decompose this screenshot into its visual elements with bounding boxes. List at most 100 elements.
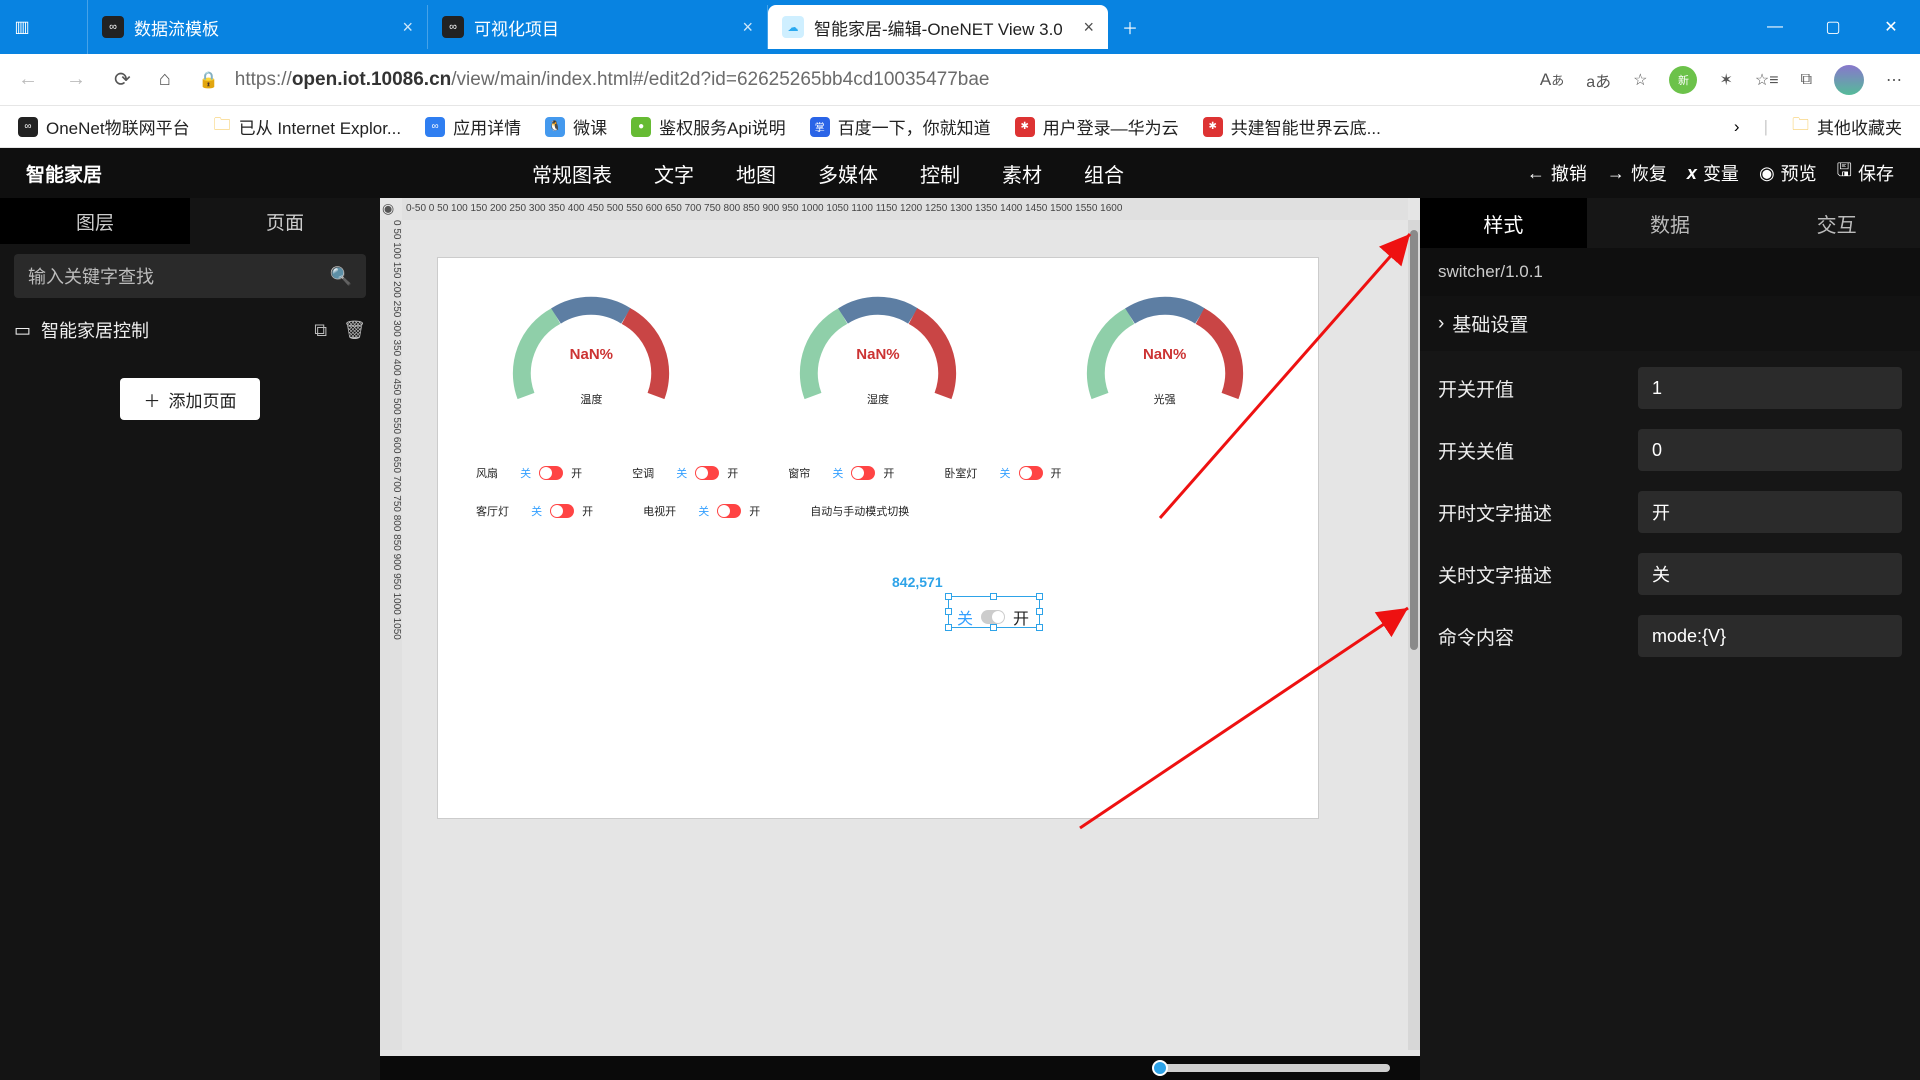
save-button[interactable]: 🖫 保存 (1837, 158, 1894, 188)
gauge-caption: 湿度 (867, 391, 889, 407)
left-panel: 图层 页面 输入关键字查找 🔍 ▭ 智能家居控制 ⧉ 🗑 ＋ 添加页面 (0, 198, 380, 1080)
switch-ac[interactable]: 空调 关开 (632, 465, 738, 481)
switch-tv[interactable]: 电视开 关开 (643, 503, 760, 519)
new-tab-button[interactable]: ＋ (1108, 0, 1152, 54)
switch-fan[interactable]: 风扇 关开 (476, 465, 582, 481)
menu-control[interactable]: 控制 (920, 159, 960, 188)
bookmarks-bar: ∞OneNet物联网平台 🗀已从 Internet Explor... ∞应用详… (0, 106, 1920, 148)
variables-button[interactable]: x 变量 (1687, 160, 1739, 186)
layer-label: 智能家居控制 (41, 317, 149, 343)
search-placeholder: 输入关键字查找 (28, 263, 154, 289)
other-bookmarks[interactable]: 🗀其他收藏夹 (1792, 112, 1902, 141)
maximize-button[interactable]: ▢ (1804, 0, 1862, 54)
on-value-input[interactable]: 1 (1638, 367, 1902, 409)
close-icon[interactable]: × (742, 17, 753, 38)
properties-panel: 样式 数据 交互 switcher/1.0.1 ›基础设置 开关开值1 开关关值… (1420, 198, 1920, 1080)
menu-group[interactable]: 组合 (1084, 159, 1124, 188)
layer-search-input[interactable]: 输入关键字查找 🔍 (14, 254, 366, 298)
profile-avatar[interactable] (1834, 65, 1864, 95)
gauge-value: NaN% (856, 346, 899, 363)
coord-readout: 842,571 (892, 574, 943, 590)
menu-asset[interactable]: 素材 (1002, 159, 1042, 188)
chevron-right-icon: › (1438, 313, 1444, 335)
switch-bedroom-light[interactable]: 卧室灯 关开 (944, 465, 1061, 481)
menu-map[interactable]: 地图 (736, 159, 776, 188)
add-page-button[interactable]: ＋ 添加页面 (120, 378, 260, 420)
gauge-light[interactable]: NaN% 光强 (1075, 276, 1255, 407)
preview-button[interactable]: ◉ 预览 (1759, 160, 1817, 186)
vertical-scrollbar[interactable] (1408, 220, 1420, 1050)
prop-label: 关时文字描述 (1438, 561, 1638, 588)
prop-label: 命令内容 (1438, 623, 1638, 650)
app-top-bar: 智能家居 常规图表 文字 地图 多媒体 控制 素材 组合 ← 撤销 → 恢复 x… (0, 148, 1920, 198)
switch-living-light[interactable]: 客厅灯 关开 (476, 503, 593, 519)
bookmark-item[interactable]: 🐧微课 (545, 114, 607, 139)
gauge-temperature[interactable]: NaN% 温度 (501, 276, 681, 407)
tab-divider (44, 0, 88, 54)
redo-button[interactable]: → 恢复 (1607, 160, 1667, 186)
menu-media[interactable]: 多媒体 (818, 159, 878, 188)
cmd-input[interactable]: mode:{V} (1638, 615, 1902, 657)
on-text-input[interactable]: 开 (1638, 491, 1902, 533)
menu-chart[interactable]: 常规图表 (532, 159, 612, 188)
switch-mode[interactable]: 自动与手动模式切换 (810, 503, 909, 519)
translate-icon[interactable]: aあ (1586, 68, 1611, 92)
screen-icon: ▭ (14, 320, 31, 341)
tabs-overview-icon[interactable]: ▥ (0, 0, 44, 54)
component-menu: 常规图表 文字 地图 多媒体 控制 素材 组合 (532, 159, 1124, 188)
bookmark-overflow-icon[interactable]: › (1734, 117, 1740, 137)
bookmark-item[interactable]: 掌百度一下，你就知道 (810, 114, 991, 139)
favorites-bar-icon[interactable]: ☆≡ (1755, 70, 1779, 90)
browser-tab-2[interactable]: ∞ 可视化项目 × (428, 5, 768, 49)
bookmark-item[interactable]: ✱用户登录—华为云 (1015, 114, 1179, 139)
close-icon[interactable]: × (402, 17, 413, 38)
section-basic[interactable]: ›基础设置 (1420, 296, 1920, 351)
menu-text[interactable]: 文字 (654, 159, 694, 188)
close-window-button[interactable]: ✕ (1862, 0, 1920, 54)
prop-label: 开关开值 (1438, 375, 1638, 402)
zoom-slider[interactable] (380, 1056, 1420, 1080)
tab-layers[interactable]: 图层 (0, 198, 190, 244)
bookmark-item[interactable]: ∞OneNet物联网平台 (18, 114, 190, 139)
visibility-icon[interactable]: ◉ (382, 200, 394, 217)
copy-icon[interactable]: ⧉ (314, 320, 327, 341)
browser-tab-1[interactable]: ∞ 数据流模板 × (88, 5, 428, 49)
refresh-button[interactable]: ⟳ (114, 67, 131, 92)
bookmark-item[interactable]: ●鉴权服务Api说明 (631, 114, 786, 139)
bookmark-folder[interactable]: 🗀已从 Internet Explor... (214, 112, 402, 141)
selection-box[interactable]: 关开 (948, 596, 1040, 628)
close-icon[interactable]: × (1083, 17, 1094, 38)
minimize-button[interactable]: — (1746, 0, 1804, 54)
window-controls: — ▢ ✕ (1746, 0, 1920, 54)
extension-badge[interactable]: 新 (1669, 66, 1697, 94)
forward-button[interactable]: → (66, 68, 86, 91)
tab-data[interactable]: 数据 (1587, 198, 1754, 248)
off-value-input[interactable]: 0 (1638, 429, 1902, 471)
bookmark-item[interactable]: ✱共建智能世界云底... (1203, 114, 1381, 139)
gauge-humidity[interactable]: NaN% 湿度 (788, 276, 968, 407)
favorite-icon[interactable]: ☆ (1633, 70, 1647, 90)
canvas[interactable]: ◉ 0-50 0 50 100 150 200 250 300 350 400 … (380, 198, 1420, 1080)
delete-icon[interactable]: 🗑 (343, 320, 366, 341)
collections-icon[interactable]: ⧉ (1801, 71, 1812, 89)
more-icon[interactable]: ⋯ (1886, 70, 1902, 90)
project-title: 智能家居 (26, 160, 102, 187)
extensions-icon[interactable]: ✶ (1719, 70, 1732, 90)
browser-tab-3[interactable]: ☁ 智能家居-编辑-OneNET View 3.0 × (768, 5, 1108, 49)
back-button[interactable]: ← (18, 68, 38, 91)
layer-item[interactable]: ▭ 智能家居控制 ⧉ 🗑 (14, 308, 366, 352)
tab-pages[interactable]: 页面 (190, 198, 380, 244)
switch-curtain[interactable]: 窗帘 关开 (788, 465, 894, 481)
off-text-input[interactable]: 关 (1638, 553, 1902, 595)
component-id: switcher/1.0.1 (1420, 248, 1920, 296)
url-field[interactable]: 🔒 https://open.iot.10086.cn/view/main/in… (199, 69, 1512, 91)
tab-style[interactable]: 样式 (1420, 198, 1587, 248)
bookmark-item[interactable]: ∞应用详情 (425, 114, 521, 139)
home-button[interactable]: ⌂ (159, 68, 171, 91)
design-stage[interactable]: NaN% 温度 NaN% 湿度 NaN% 光强 风扇 关开 空调 关开 窗帘 关… (438, 258, 1318, 818)
tab-interaction[interactable]: 交互 (1753, 198, 1920, 248)
infinity-icon: ∞ (442, 16, 464, 38)
reader-icon[interactable]: Aあ (1540, 70, 1564, 90)
infinity-icon: ∞ (102, 16, 124, 38)
undo-button[interactable]: ← 撤销 (1527, 160, 1587, 186)
